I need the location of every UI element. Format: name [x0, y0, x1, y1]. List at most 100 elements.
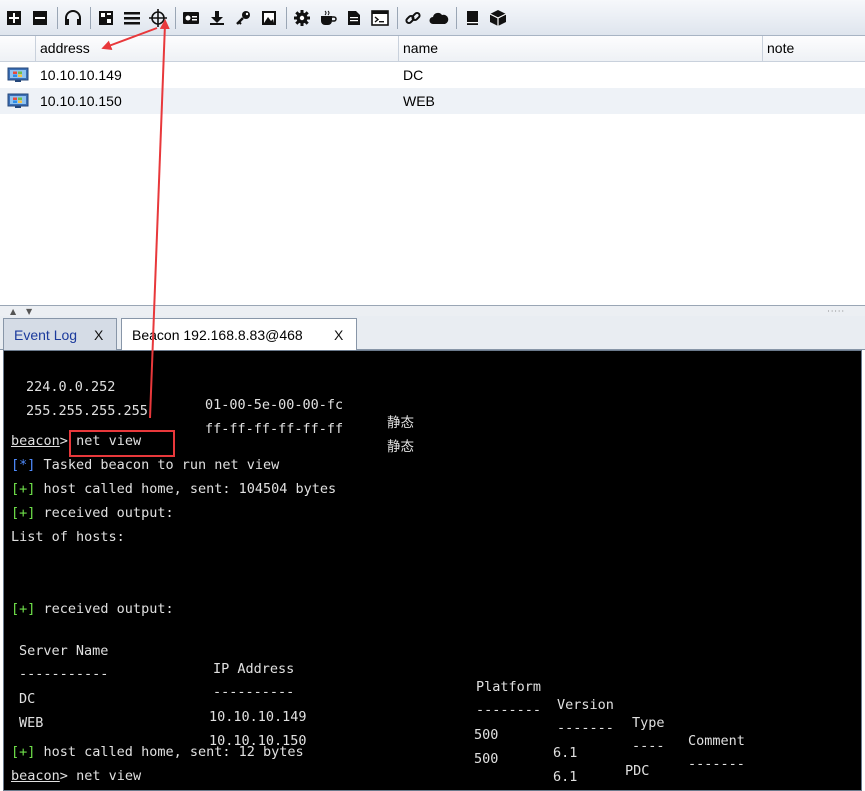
called-home-text: host called home, sent: 104504 bytes [43, 481, 337, 497]
success-tag: [+] [11, 744, 36, 760]
host-name: WEB [403, 93, 435, 109]
collapse-down-icon[interactable]: ▼ [26, 307, 32, 316]
close-tab-button[interactable]: X [94, 327, 116, 343]
prompt-separator: > [59, 433, 68, 449]
toolbar-separator [286, 6, 287, 29]
session-list-icon[interactable] [121, 7, 143, 29]
close-tab-button[interactable]: X [334, 327, 356, 343]
coffee-cup-icon[interactable] [317, 7, 339, 29]
tab-beacon[interactable]: Beacon 192.168.8.83@468 X [121, 318, 357, 351]
net-view-dash-row: ----------- ---------- -------- ------- … [11, 647, 745, 772]
tab-label: Beacon 192.168.8.83@468 [132, 327, 303, 343]
col-header: IP Address [213, 661, 295, 677]
console-line: [+] received output: [11, 504, 174, 522]
console-line: [+] host called home, sent: 12 bytes [11, 743, 304, 761]
package-box-icon[interactable] [487, 7, 509, 29]
prompt-separator: > [59, 768, 68, 784]
tab-bar: Event Log X Beacon 192.168.8.83@468 X [0, 316, 865, 351]
console-line: List of hosts: [11, 528, 125, 546]
host-platform: 500 [474, 727, 499, 743]
annotation-highlight-box [69, 430, 175, 457]
target-crosshair-icon[interactable] [147, 7, 169, 29]
download-icon[interactable] [206, 7, 228, 29]
net-view-header-row: Server Name IP Address Platform Version … [11, 624, 745, 749]
terminal-icon[interactable] [369, 7, 391, 29]
screenshot-icon[interactable] [180, 7, 202, 29]
windows-host-icon [0, 93, 36, 109]
col-dash: ---------- [213, 684, 295, 700]
pivot-graph-icon[interactable] [95, 7, 117, 29]
table-row[interactable]: 10.10.10.149 DC [0, 62, 865, 88]
windows-host-icon [0, 67, 36, 83]
toolbar-separator [57, 6, 58, 29]
console-line: [*] Tasked beacon to run net view [11, 456, 279, 474]
task-tag: [*] [11, 457, 36, 473]
success-tag: [+] [11, 505, 36, 521]
cloud-icon[interactable] [428, 7, 450, 29]
collapse-up-icon[interactable]: ▲ [10, 307, 16, 316]
called-home-text: host called home, sent: 12 bytes [43, 744, 304, 760]
panel-splitter[interactable]: ▲ ▼ ····· [0, 306, 865, 316]
arp-mac: 01-00-5e-00-00-fc [205, 397, 344, 413]
image-icon[interactable] [258, 7, 280, 29]
main-toolbar [0, 0, 865, 36]
net-view-host-row: DC 10.10.10.149 500 6.1 PDC [11, 672, 649, 779]
address-column-header[interactable]: address [36, 36, 399, 62]
console-line: [+] host called home, sent: 104504 bytes [11, 480, 336, 498]
success-tag: [+] [11, 601, 36, 617]
list-hosts-text: List of hosts: [11, 529, 125, 545]
received-text: received output: [43, 505, 174, 521]
col-dash: ------- [557, 720, 614, 736]
received-text: received output: [43, 601, 174, 617]
host-name: DC [403, 67, 424, 83]
tab-event-log[interactable]: Event Log X [3, 318, 117, 350]
new-connection-icon[interactable] [3, 7, 25, 29]
host-version: 6.1 [553, 769, 578, 785]
name-column-header[interactable]: name [399, 36, 763, 62]
host-type: PDC [625, 763, 650, 779]
beacon-console[interactable]: 224.0.0.252 01-00-5e-00-00-fc 静态 255.255… [3, 350, 862, 791]
net-view-host-row: WEB 10.10.10.150 500 6.1 [11, 696, 577, 785]
success-tag: [+] [11, 481, 36, 497]
task-text: Tasked beacon to run net view [43, 457, 280, 473]
table-header: address name note [0, 36, 865, 62]
console-line: 224.0.0.252 01-00-5e-00-00-fc 静态 [11, 360, 414, 431]
settings-gear-icon[interactable] [291, 7, 313, 29]
arp-type: 静态 [387, 415, 414, 431]
col-dash: -------- [476, 702, 542, 718]
beacon-prompt: beacon [11, 433, 60, 449]
col-header: Version [557, 697, 614, 713]
splitter-grip-icon[interactable]: ····· [827, 307, 845, 316]
arp-type: 静态 [387, 439, 414, 455]
console-line: 255.255.255.255 ff-ff-ff-ff-ff-ff 静态 [11, 384, 414, 455]
arp-ip: 255.255.255.255 [26, 403, 148, 419]
command-input[interactable]: net view [76, 768, 141, 784]
host-ip: 10.10.10.149 [209, 709, 307, 725]
credentials-key-icon[interactable] [232, 7, 254, 29]
console-line: [+] received output: [11, 600, 174, 618]
toolbar-separator [397, 6, 398, 29]
col-header: Comment [688, 733, 745, 749]
note-column-header[interactable]: note [763, 36, 865, 62]
headphones-icon[interactable] [62, 7, 84, 29]
beacon-prompt: beacon [11, 768, 60, 784]
host-platform: 500 [474, 751, 499, 767]
disconnect-icon[interactable] [29, 7, 51, 29]
host-version: 6.1 [553, 745, 578, 761]
table-row[interactable]: 10.10.10.150 WEB [0, 88, 865, 114]
col-dash: ---- [632, 738, 665, 754]
icon-column-header[interactable] [0, 36, 36, 62]
toolbar-separator [456, 6, 457, 29]
link-icon[interactable] [402, 7, 424, 29]
col-header: Type [632, 715, 665, 731]
col-dash: ------- [688, 756, 745, 772]
console-input-line[interactable]: beacon> net view [11, 767, 141, 785]
document-icon[interactable] [343, 7, 365, 29]
host-server: WEB [19, 715, 44, 731]
col-header: Platform [476, 679, 542, 695]
toolbar-separator [175, 6, 176, 29]
host-address: 10.10.10.150 [40, 93, 122, 109]
host-address: 10.10.10.149 [40, 67, 122, 83]
tab-label: Event Log [14, 326, 78, 343]
book-icon[interactable] [461, 7, 483, 29]
